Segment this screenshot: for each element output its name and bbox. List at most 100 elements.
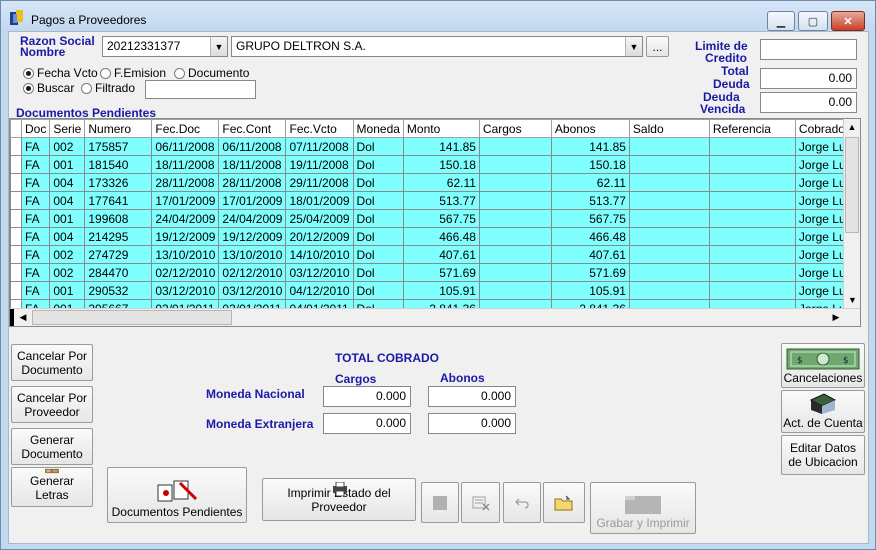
documentos-pendientes-button[interactable]: Documentos Pendientes <box>107 467 247 523</box>
ruc-dropdown-button[interactable]: ▼ <box>210 37 227 56</box>
column-header-saldo[interactable]: Saldo <box>628 119 710 138</box>
row-selector[interactable] <box>10 155 22 174</box>
grid-vertical-scrollbar[interactable]: ▲ ▼ <box>843 119 860 309</box>
table-cell: 571.69 <box>550 263 630 282</box>
table-cell <box>708 281 796 300</box>
documents-icon <box>157 480 198 502</box>
grid-header-row: Doc Serie Numero Fec.Doc Fec.Cont Fec.Vcto Mon… <box>10 119 859 138</box>
table-cell: 105.91 <box>550 281 630 300</box>
title-bar: Pagos a Proveedores ▁ ▢ ✕ <box>1 1 875 31</box>
grid-horizontal-scrollbar[interactable]: ◀ ▶ <box>10 308 860 326</box>
table-row[interactable]: FA 001 290532 03/12/2010 03/12/2010 04/12/201… <box>10 281 859 300</box>
scroll-right-icon[interactable]: ▶ <box>829 309 843 326</box>
radio-f-emision[interactable]: F.Emision <box>100 66 166 80</box>
limite-credito-field[interactable] <box>760 39 857 60</box>
row-selector[interactable] <box>10 173 22 192</box>
column-header-fecdoc[interactable]: Fec.Doc <box>151 119 220 138</box>
close-icon: ✕ <box>843 15 853 28</box>
table-cell: 466.48 <box>402 227 480 246</box>
filter-input[interactable] <box>145 80 256 99</box>
column-header-cargos[interactable]: Cargos <box>478 119 552 138</box>
table-cell: 407.61 <box>402 245 480 264</box>
scroll-down-icon[interactable]: ▼ <box>844 292 860 309</box>
nacional-cargos-field[interactable]: 0.000 <box>323 386 411 407</box>
horizontal-scroll-thumb[interactable] <box>32 310 232 325</box>
table-row[interactable]: FA 002 175857 06/11/2008 06/11/2008 07/11/200… <box>10 137 859 156</box>
delete-button[interactable] <box>461 482 500 523</box>
row-selector[interactable] <box>10 263 22 282</box>
row-selector[interactable] <box>10 281 22 300</box>
row-selector[interactable] <box>10 137 22 156</box>
deuda-vencida-field[interactable]: 0.00 <box>760 92 857 113</box>
column-header-fecvcto[interactable]: Fec.Vcto <box>285 119 354 138</box>
editar-datos-ubicacion-button[interactable]: Editar Datos de Ubicacion <box>781 435 865 475</box>
cancelar-por-documento-button[interactable]: Cancelar Por Documento <box>11 344 93 381</box>
documents-grid[interactable]: Doc Serie Numero Fec.Doc Fec.Cont Fec.Vcto Mon… <box>9 118 861 327</box>
total-deuda-value: 0.00 <box>828 71 852 85</box>
open-folder-button[interactable] <box>543 482 585 523</box>
maximize-button[interactable]: ▢ <box>798 11 828 31</box>
radio-fecha-vcto[interactable]: Fecha Vcto <box>23 66 98 80</box>
stop-button[interactable] <box>421 482 459 523</box>
close-button[interactable]: ✕ <box>831 11 865 31</box>
table-cell: 571.69 <box>402 263 480 282</box>
row-selector[interactable] <box>10 245 22 264</box>
minimize-button[interactable]: ▁ <box>767 11 795 31</box>
column-header-feccont[interactable]: Fec.Cont <box>218 119 287 138</box>
moneda-nacional-label: Moneda Nacional <box>206 387 305 401</box>
stop-icon <box>433 495 447 510</box>
imprimir-estado-proveedor-button[interactable]: Imprimir Estado del Proveedor <box>262 478 416 521</box>
button-label: Editar Datos <box>789 441 857 455</box>
column-header-doc[interactable]: Doc <box>20 119 51 138</box>
scroll-up-icon[interactable]: ▲ <box>844 119 860 136</box>
column-header-referencia[interactable]: Referencia <box>708 119 796 138</box>
grabar-imprimir-button[interactable]: Grabar y Imprimir <box>590 482 696 534</box>
table-cell: 004 <box>49 173 86 192</box>
undo-button[interactable] <box>503 482 541 523</box>
radio-filtrado[interactable]: Filtrado <box>81 81 135 95</box>
radio-buscar[interactable]: Buscar <box>23 81 74 95</box>
table-row[interactable]: FA 002 274729 13/10/2010 13/10/2010 14/10/201… <box>10 245 859 264</box>
total-cobrado-label: TOTAL COBRADO <box>335 351 439 365</box>
cancelaciones-button[interactable]: $ $ Cancelaciones <box>781 343 865 388</box>
table-row[interactable]: FA 002 284470 02/12/2010 02/12/2010 03/12/201… <box>10 263 859 282</box>
nacional-abonos-field[interactable]: 0.000 <box>428 386 516 407</box>
browse-button[interactable]: ... <box>646 36 669 57</box>
table-row[interactable]: FA 001 199608 24/04/2009 24/04/2009 25/04/200… <box>10 209 859 228</box>
column-header-numero[interactable]: Numero <box>84 119 153 138</box>
column-header-serie[interactable]: Serie <box>49 119 86 138</box>
table-cell: 150.18 <box>550 155 630 174</box>
table-row[interactable]: FA 004 214295 19/12/2009 19/12/2009 20/12/200… <box>10 227 859 246</box>
table-cell: 03/12/2010 <box>285 263 354 282</box>
extranjera-abonos-value: 0.000 <box>480 416 511 430</box>
moneda-extranjera-label: Moneda Extranjera <box>206 417 314 431</box>
generar-letras-button[interactable]: Generar Letras <box>11 467 93 507</box>
name-combo[interactable]: GRUPO DELTRON S.A. <box>231 36 643 57</box>
column-header-moneda[interactable]: Moneda <box>352 119 404 138</box>
table-row[interactable]: FA 001 181540 18/11/2008 18/11/2008 19/11/200… <box>10 155 859 174</box>
table-cell: FA <box>20 173 51 192</box>
table-cell: FA <box>20 137 51 156</box>
name-dropdown-button[interactable]: ▼ <box>625 37 642 56</box>
row-selector[interactable] <box>10 191 22 210</box>
table-row[interactable]: FA 004 173326 28/11/2008 28/11/2008 29/11/200… <box>10 173 859 192</box>
table-cell <box>478 245 552 264</box>
table-cell: FA <box>20 281 51 300</box>
column-header-monto[interactable]: Monto <box>402 119 480 138</box>
scroll-left-icon[interactable]: ◀ <box>16 309 30 326</box>
total-deuda-field[interactable]: 0.00 <box>760 68 857 89</box>
table-cell: 25/04/2009 <box>285 209 354 228</box>
cancelar-por-proveedor-button[interactable]: Cancelar Por Proveedor <box>11 386 93 423</box>
table-cell <box>478 209 552 228</box>
column-header-abonos[interactable]: Abonos <box>550 119 630 138</box>
row-selector[interactable] <box>10 209 22 228</box>
nacional-abonos-value: 0.000 <box>480 389 511 403</box>
table-row[interactable]: FA 004 177641 17/01/2009 17/01/2009 18/01/200… <box>10 191 859 210</box>
row-selector[interactable] <box>10 227 22 246</box>
extranjera-abonos-field[interactable]: 0.000 <box>428 413 516 434</box>
vertical-scroll-thumb[interactable] <box>845 137 859 233</box>
radio-documento[interactable]: Documento <box>174 66 249 80</box>
extranjera-cargos-field[interactable]: 0.000 <box>323 413 411 434</box>
generar-documento-button[interactable]: Generar Documento <box>11 428 93 465</box>
act-de-cuenta-button[interactable]: Act. de Cuenta <box>781 390 865 433</box>
